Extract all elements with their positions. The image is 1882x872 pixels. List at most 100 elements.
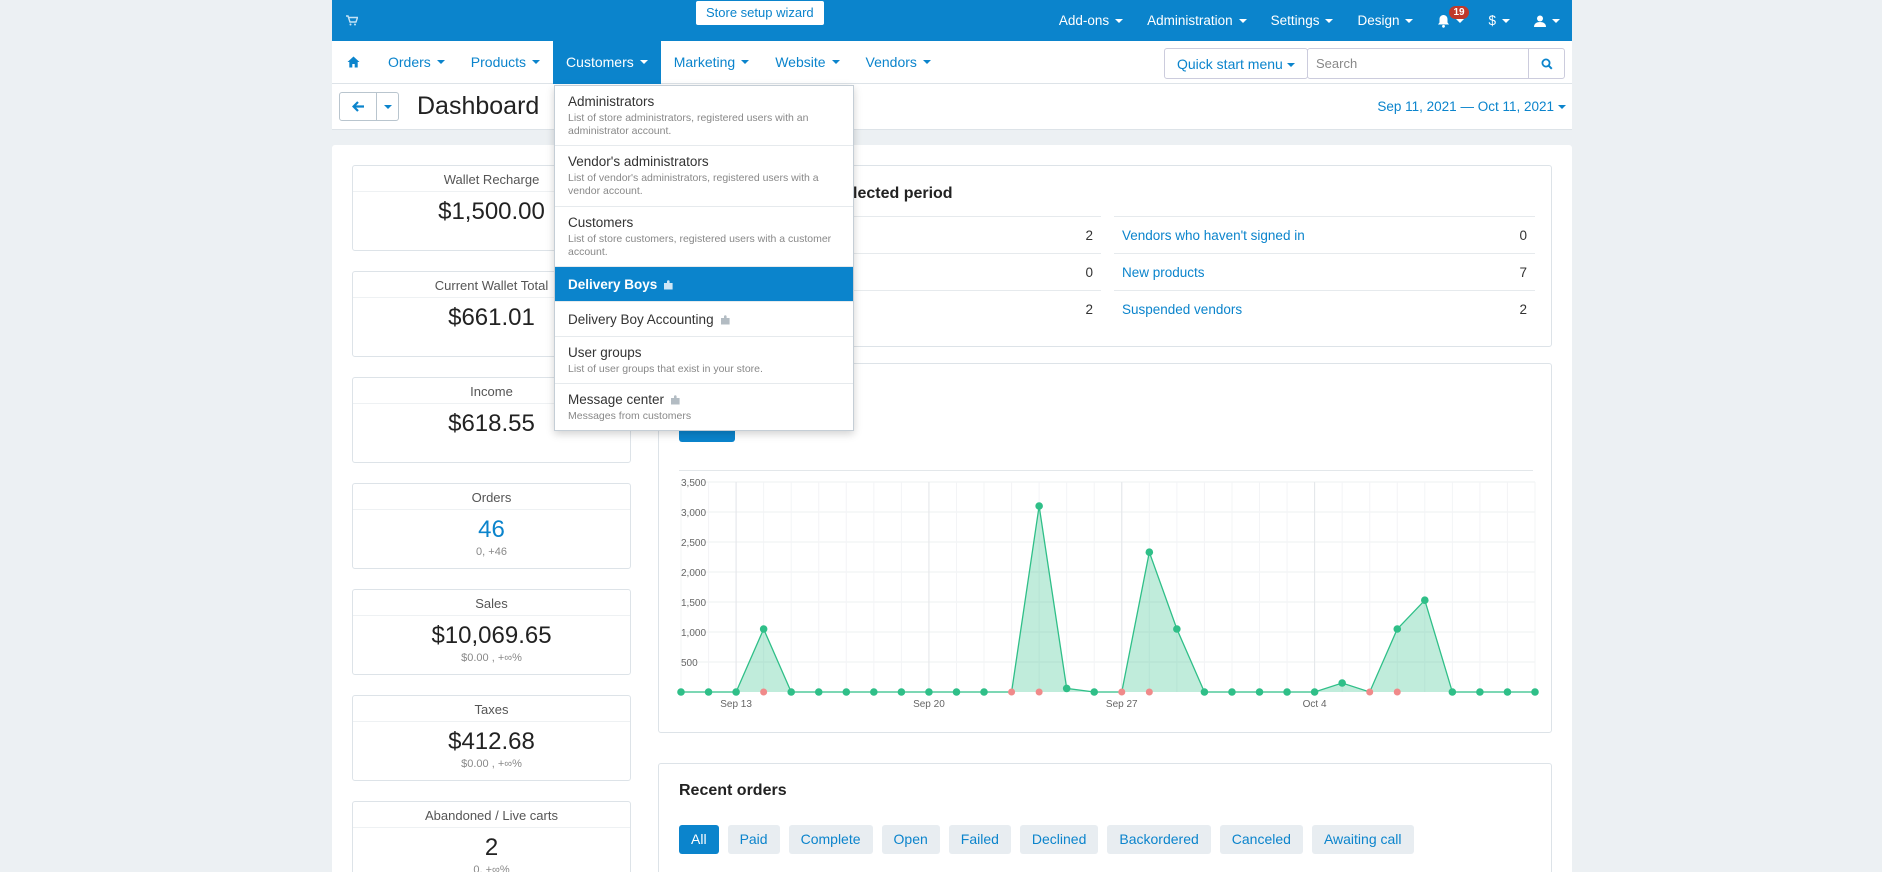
- data-point: [787, 688, 795, 696]
- filter-all[interactable]: All: [679, 825, 719, 854]
- data-point: [1228, 688, 1236, 696]
- filter-canceled[interactable]: Canceled: [1219, 825, 1303, 854]
- filter-awaiting-call[interactable]: Awaiting call: [1311, 825, 1414, 854]
- nav-orders[interactable]: Orders: [375, 41, 458, 84]
- menu-item-message-center[interactable]: Message center Messages from customers: [555, 384, 853, 430]
- back-button[interactable]: [339, 92, 377, 121]
- caret-down-icon: [1115, 18, 1124, 23]
- y-tick-label: 1,000: [681, 628, 706, 639]
- caret-down-icon: [1286, 63, 1295, 68]
- nav-products[interactable]: Products: [458, 41, 553, 84]
- caret-down-icon: [1502, 18, 1510, 23]
- data-point: [1393, 625, 1402, 633]
- menu-item-delivery-boy-accounting[interactable]: Delivery Boy Accounting: [555, 302, 853, 337]
- customers-dropdown-menu: Administrators List of store administrat…: [554, 85, 854, 431]
- puzzle-addon-icon: [670, 394, 682, 405]
- menu-settings[interactable]: Settings: [1259, 0, 1346, 41]
- caret-down-icon: [1552, 18, 1560, 23]
- data-point: [870, 688, 878, 696]
- orders-count-link[interactable]: 46: [353, 510, 630, 544]
- data-point-previous: [1008, 688, 1016, 696]
- nav-website[interactable]: Website: [762, 41, 852, 84]
- filter-open[interactable]: Open: [881, 825, 940, 854]
- x-tick-label: Sep 27: [1106, 699, 1138, 710]
- cart-icon[interactable]: [332, 0, 372, 41]
- filter-paid[interactable]: Paid: [727, 825, 780, 854]
- data-point: [759, 625, 768, 633]
- user-icon: [1534, 15, 1546, 27]
- search-icon: [1541, 58, 1553, 70]
- data-point: [980, 688, 988, 696]
- menu-addons[interactable]: Add-ons: [1047, 0, 1135, 41]
- home-icon[interactable]: [332, 41, 375, 84]
- date-range-picker[interactable]: Sep 11, 2021 — Oct 11, 2021: [1377, 99, 1566, 114]
- nav-vendors[interactable]: Vendors: [853, 41, 944, 84]
- period-title: lected period: [853, 185, 953, 202]
- recent-orders-panel: Recent orders All Paid Complete Open Fai…: [658, 763, 1552, 872]
- data-point: [1310, 688, 1319, 696]
- caret-down-icon: [1456, 18, 1465, 23]
- quick-start-menu-button[interactable]: Quick start menu: [1164, 48, 1308, 79]
- caret-down-icon: [532, 60, 541, 64]
- x-tick-label: Oct 4: [1303, 699, 1327, 710]
- y-tick-label: 500: [681, 658, 698, 669]
- filter-declined[interactable]: Declined: [1019, 825, 1099, 854]
- data-point: [1421, 596, 1429, 604]
- user-menu[interactable]: [1522, 0, 1572, 41]
- data-point: [814, 688, 823, 696]
- data-point: [1255, 688, 1264, 696]
- puzzle-addon-icon: [663, 279, 675, 290]
- menu-administration[interactable]: Administration: [1135, 0, 1259, 41]
- data-point: [1200, 688, 1209, 696]
- order-status-filters: All Paid Complete Open Failed Declined B…: [679, 825, 1414, 854]
- data-point-previous: [760, 688, 768, 696]
- menu-item-vendor-administrators[interactable]: Vendor's administrators List of vendor's…: [555, 146, 853, 207]
- filter-backordered[interactable]: Backordered: [1107, 825, 1211, 854]
- main-nav: Orders Products Customers Marketing Webs…: [332, 40, 1572, 84]
- currency-selector[interactable]: $: [1476, 0, 1522, 41]
- x-tick-label: Sep 20: [913, 699, 945, 710]
- menu-item-customers[interactable]: Customers List of store customers, regis…: [555, 207, 853, 267]
- data-point: [677, 688, 685, 696]
- caret-down-icon: [639, 60, 648, 64]
- data-point: [1283, 688, 1291, 696]
- data-point-previous: [1393, 688, 1401, 696]
- dashboard-panel: Wallet Recharge $1,500.00 Current Wallet…: [332, 145, 1572, 872]
- menu-item-administrators[interactable]: Administrators List of store administrat…: [555, 86, 853, 147]
- notification-count-badge: 19: [1449, 6, 1469, 19]
- y-tick-label: 3,000: [681, 508, 706, 519]
- nav-customers[interactable]: Customers: [553, 40, 661, 84]
- stat-orders[interactable]: Orders 46 0, +46: [352, 483, 631, 569]
- x-tick-label: Sep 13: [720, 699, 752, 710]
- table-row: New products 7: [1114, 253, 1535, 290]
- filter-complete[interactable]: Complete: [788, 825, 873, 854]
- store-setup-wizard-button[interactable]: Store setup wizard: [696, 1, 824, 25]
- data-point: [925, 688, 933, 696]
- notifications-button[interactable]: 19: [1425, 0, 1476, 41]
- top-bar: Store setup wizard Add-ons Administratio…: [332, 0, 1572, 41]
- search-input[interactable]: [1307, 48, 1529, 79]
- suspended-vendors-link[interactable]: Suspended vendors: [1122, 302, 1242, 317]
- caret-down-icon: [1558, 105, 1566, 110]
- data-point: [1338, 679, 1346, 687]
- menu-item-delivery-boys[interactable]: Delivery Boys: [555, 266, 853, 302]
- caret-down-icon: [1405, 18, 1414, 23]
- nav-marketing[interactable]: Marketing: [661, 41, 762, 84]
- new-products-link[interactable]: New products: [1122, 265, 1205, 280]
- caret-down-icon: [741, 60, 750, 64]
- stat-abandoned-carts: Abandoned / Live carts 2 0, +∞%: [352, 801, 631, 872]
- menu-item-user-groups[interactable]: User groups List of user groups that exi…: [555, 337, 853, 384]
- data-point-previous: [1145, 688, 1153, 696]
- recent-orders-title: Recent orders: [679, 782, 787, 799]
- caret-down-icon: [1238, 18, 1247, 23]
- menu-design[interactable]: Design: [1345, 0, 1425, 41]
- search-button[interactable]: [1528, 48, 1565, 79]
- filter-failed[interactable]: Failed: [948, 825, 1011, 854]
- caret-down-icon: [831, 60, 840, 64]
- period-right-table: Vendors who haven't signed in 0 New produ…: [1114, 216, 1535, 327]
- y-tick-label: 2,000: [681, 568, 706, 579]
- data-point: [1062, 684, 1071, 693]
- vendors-not-signed-in-link[interactable]: Vendors who haven't signed in: [1122, 228, 1305, 243]
- data-point: [952, 688, 961, 696]
- back-history-dropdown[interactable]: [376, 92, 399, 121]
